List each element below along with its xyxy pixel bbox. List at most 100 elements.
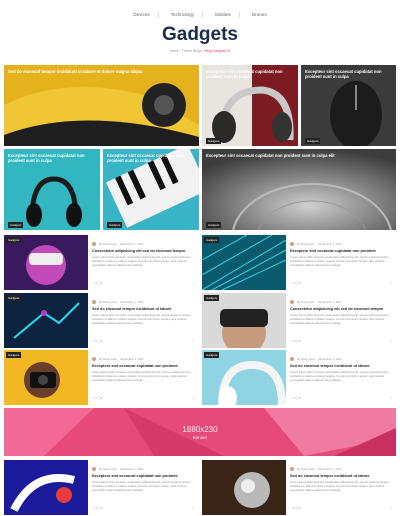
post-stats: ♡ 0 ◯ 0: [290, 281, 302, 285]
nav-item-technology[interactable]: Technology: [163, 12, 203, 18]
post-excerpt: Lorem ipsum dolor sit amet, consectetur …: [92, 255, 191, 268]
avatar: [290, 357, 294, 361]
post-tile[interactable]: Excepteur sint occaecat cupidatat non pr…: [301, 65, 396, 146]
post-thumbnail[interactable]: Gadgets: [4, 293, 88, 348]
featured-post-tile[interactable]: Sed do eiusmod tempor incididunt ut labo…: [4, 65, 199, 146]
post-thumbnail[interactable]: Gadgets: [4, 235, 88, 290]
ad-banner[interactable]: 1880x230 Banner: [4, 408, 396, 456]
tile-caption: Sed do eiusmod tempor incididunt ut labo…: [8, 69, 143, 74]
post-tile[interactable]: Excepteur sint occaecat cupidatat non pr…: [202, 149, 396, 230]
post-stats: ♡ 0 ◯ 0: [290, 339, 302, 343]
post-card[interactable]: Gadgets By Marie Jane September 1, 2021 E…: [202, 235, 398, 290]
post-thumbnail[interactable]: Gadgets: [202, 350, 286, 405]
share-icon[interactable]: <: [192, 396, 194, 400]
post-card[interactable]: Gadgets By Marie Jane September 1, 2021 C…: [4, 235, 200, 290]
post-excerpt: Lorem ipsum dolor sit amet, consectetur …: [92, 480, 191, 493]
post-card[interactable]: By Marie Jane September 1, 2021 Sed do ei…: [202, 460, 398, 515]
post-excerpt: Lorem ipsum dolor sit amet, consectetur …: [92, 313, 191, 326]
post-meta: By Marie Jane September 1, 2021: [92, 242, 144, 246]
post-stats: ♡ 0 ◯ 0: [92, 506, 104, 510]
avatar: [92, 300, 96, 304]
post-title[interactable]: Sed do eiusmod tempor incididunt ut labo…: [290, 364, 394, 369]
post-author[interactable]: By Marie Jane: [297, 467, 315, 471]
banner-size: 1880x230: [182, 425, 218, 434]
breadcrumb: Home › Theme Blogs › Blog Gadgets 2X: [169, 49, 231, 53]
post-author[interactable]: By Marie Jane: [99, 467, 117, 471]
share-icon[interactable]: <: [192, 506, 194, 510]
breadcrumb-parent[interactable]: Theme Blogs: [182, 49, 202, 53]
nav-item-devices[interactable]: Devices: [125, 12, 159, 18]
tile-tag[interactable]: Gadgets: [305, 138, 321, 144]
post-excerpt: Lorem ipsum dolor sit amet, consectetur …: [290, 255, 389, 268]
post-card[interactable]: Gadgets By Marie Jane September 1, 2021 S…: [4, 293, 200, 348]
post-author[interactable]: By Marie Jane: [297, 357, 315, 361]
share-icon[interactable]: <: [390, 339, 392, 343]
post-title[interactable]: Sed do eiusmod tempor incididunt ut labo…: [290, 474, 394, 479]
post-excerpt: Lorem ipsum dolor sit amet, consectetur …: [290, 480, 389, 493]
tile-caption: Excepteur sint occaecat cupidatat non pr…: [305, 69, 382, 80]
share-icon[interactable]: <: [390, 506, 392, 510]
card-tag[interactable]: Gadgets: [204, 352, 220, 358]
post-author[interactable]: By Marie Jane: [297, 300, 315, 304]
post-thumbnail[interactable]: Gadgets: [4, 350, 88, 405]
post-meta: By Marie Jane September 1, 2021: [290, 300, 342, 304]
share-icon[interactable]: <: [192, 281, 194, 285]
post-stats: ♡ 0 ◯ 0: [92, 339, 104, 343]
card-tag[interactable]: Gadgets: [6, 295, 22, 301]
post-excerpt: Lorem ipsum dolor sit amet, consectetur …: [290, 313, 389, 326]
post-card[interactable]: Gadgets By Marie Jane September 1, 2021 E…: [4, 350, 200, 405]
post-author[interactable]: By Marie Jane: [297, 242, 315, 246]
tile-caption: Excepteur sint occaecat cupidatat non pr…: [107, 153, 184, 164]
post-thumbnail[interactable]: [202, 460, 286, 515]
post-date: September 1, 2021: [119, 357, 144, 361]
post-card[interactable]: Gadgets By Marie Jane September 1, 2021 S…: [202, 350, 398, 405]
post-title[interactable]: Consectetur adipisicing elit sed do eius…: [290, 307, 394, 312]
card-tag[interactable]: Gadgets: [204, 295, 220, 301]
share-icon[interactable]: <: [390, 396, 392, 400]
nav-item-mobiles[interactable]: Mobiles: [207, 12, 240, 18]
tile-tag[interactable]: Gadgets: [107, 222, 123, 228]
tile-caption: Excepteur sint occaecat cupidatat non pr…: [206, 69, 283, 80]
post-tile[interactable]: Excepteur sint occaecat cupidatat non pr…: [4, 149, 100, 230]
page-title: Gadgets: [161, 24, 239, 45]
avatar: [290, 467, 294, 471]
post-card[interactable]: By Marie Jane September 1, 2021 Excepteur…: [4, 460, 200, 515]
post-author[interactable]: By Marie Jane: [99, 357, 117, 361]
post-date: September 1, 2021: [317, 467, 342, 471]
nav-item-drones[interactable]: Drones: [244, 12, 275, 18]
card-tag[interactable]: Gadgets: [6, 237, 22, 243]
post-thumbnail[interactable]: Gadgets: [202, 235, 286, 290]
breadcrumb-home[interactable]: Home: [170, 49, 179, 53]
post-author[interactable]: By Marie Jane: [99, 300, 117, 304]
post-thumbnail[interactable]: [4, 460, 88, 515]
post-stats: ♡ 0 ◯ 0: [92, 396, 104, 400]
post-title[interactable]: Sed do eiusmod tempor incididunt ut labo…: [92, 307, 196, 312]
tile-tag[interactable]: Gadgets: [8, 222, 24, 228]
post-tile[interactable]: Excepteur sint occaecat cupidatat non pr…: [202, 65, 298, 146]
post-title[interactable]: Excepteur sint occaecat cupidatat non pr…: [92, 474, 196, 479]
card-tag[interactable]: Gadgets: [6, 352, 22, 358]
post-title[interactable]: Consectetur adipisicing elit sed do eius…: [92, 249, 196, 254]
post-meta: By Marie Jane September 1, 2021: [290, 357, 342, 361]
post-meta: By Marie Jane September 1, 2021: [290, 242, 342, 246]
share-icon[interactable]: <: [192, 339, 194, 343]
post-card[interactable]: Gadgets By Marie Jane September 1, 2021 C…: [202, 293, 398, 348]
post-meta: By Marie Jane September 1, 2021: [92, 467, 144, 471]
post-excerpt: Lorem ipsum dolor sit amet, consectetur …: [290, 370, 389, 383]
post-title[interactable]: Excepteur sint occaecat cupidatat non pr…: [290, 249, 394, 254]
avatar: [290, 242, 294, 246]
post-tile[interactable]: Excepteur sint occaecat cupidatat non pr…: [103, 149, 199, 230]
tile-tag[interactable]: Gadgets: [206, 138, 222, 144]
post-date: September 1, 2021: [119, 467, 144, 471]
card-tag[interactable]: Gadgets: [204, 237, 220, 243]
post-date: September 1, 2021: [317, 357, 342, 361]
share-icon[interactable]: <: [390, 281, 392, 285]
post-author[interactable]: By Marie Jane: [99, 242, 117, 246]
tile-tag[interactable]: Gadgets: [206, 222, 222, 228]
avatar: [92, 242, 96, 246]
post-thumbnail[interactable]: Gadgets: [202, 293, 286, 348]
post-title[interactable]: Excepteur sint occaecat cupidatat non pr…: [92, 364, 196, 369]
post-excerpt: Lorem ipsum dolor sit amet, consectetur …: [92, 370, 191, 383]
post-stats: ♡ 0 ◯ 0: [290, 396, 302, 400]
tile-caption: Excepteur sint occaecat cupidatat non pr…: [8, 153, 85, 164]
